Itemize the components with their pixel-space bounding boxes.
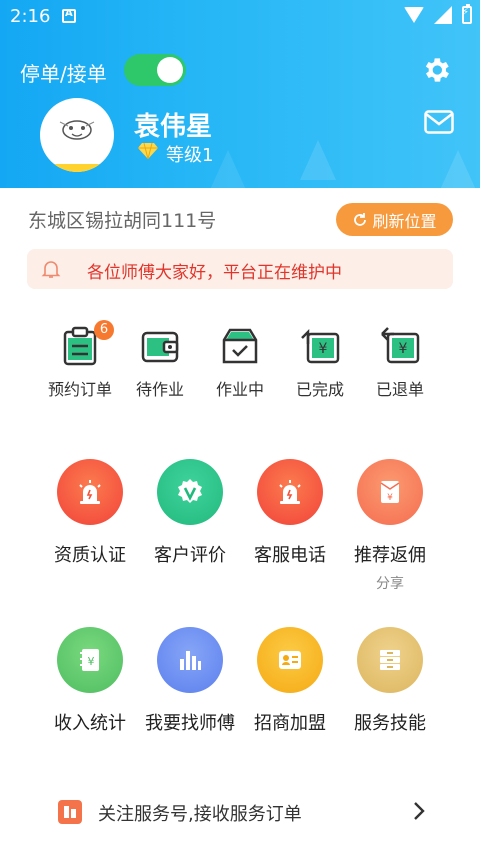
service-income-stats[interactable]: ¥ 收入统计 bbox=[40, 627, 140, 735]
notice-text: 各位师傅大家好，平台正在维护中 bbox=[87, 263, 342, 283]
clipboard-icon: 6 bbox=[60, 320, 114, 366]
order-label: 已完成 bbox=[295, 380, 344, 399]
bell-icon bbox=[41, 261, 61, 278]
v-badge-icon bbox=[157, 459, 223, 525]
order-toggle[interactable] bbox=[124, 54, 186, 86]
service-referral[interactable]: ¥ 推荐返佣 分享 bbox=[340, 459, 440, 593]
avatar-bar bbox=[40, 164, 114, 172]
service-label: 资质认证 bbox=[54, 545, 126, 566]
refresh-location-button[interactable]: 刷新位置 bbox=[336, 203, 453, 236]
order-item-in-progress[interactable]: 作业中 bbox=[200, 326, 280, 400]
refresh-icon bbox=[354, 212, 367, 226]
order-label: 预约订单 bbox=[47, 380, 112, 399]
avatar-image bbox=[59, 120, 95, 140]
status-bar: 2:16 bbox=[0, 0, 480, 34]
yuan-refresh-icon: ¥ bbox=[300, 326, 340, 366]
service-sublabel: 分享 bbox=[376, 576, 404, 592]
refresh-label: 刷新位置 bbox=[372, 211, 437, 231]
order-item-returned[interactable]: ¥ 已退单 bbox=[360, 326, 440, 400]
username: 袁伟星 bbox=[134, 112, 213, 142]
order-item-pending[interactable]: 待作业 bbox=[120, 326, 200, 400]
decor-triangle bbox=[440, 150, 476, 188]
signal-icon bbox=[434, 6, 452, 24]
service-label: 服务技能 bbox=[354, 713, 426, 734]
service-skills[interactable]: 服务技能 bbox=[340, 627, 440, 735]
status-icons bbox=[404, 4, 472, 24]
svg-text:¥: ¥ bbox=[399, 341, 408, 357]
service-label: 招商加盟 bbox=[254, 713, 326, 734]
order-label: 待作业 bbox=[135, 380, 184, 399]
follow-text: 关注服务号,接收服务订单 bbox=[98, 804, 302, 825]
yuan-return-icon: ¥ bbox=[380, 326, 420, 366]
alarm-light-icon bbox=[57, 459, 123, 525]
service-find-master[interactable]: 我要找师傅 bbox=[140, 627, 240, 735]
order-badge: 6 bbox=[94, 320, 114, 340]
archive-icon bbox=[357, 627, 423, 693]
decor-triangle bbox=[300, 140, 336, 180]
chevron-right-icon bbox=[414, 802, 425, 820]
avatar[interactable] bbox=[40, 98, 114, 172]
bar-chart-icon bbox=[157, 627, 223, 693]
mail-icon[interactable] bbox=[424, 110, 454, 134]
order-item-completed[interactable]: ¥ 已完成 bbox=[280, 326, 360, 400]
diamond-icon bbox=[138, 142, 158, 160]
service-franchise[interactable]: 招商加盟 bbox=[240, 627, 340, 735]
wallet-icon bbox=[140, 326, 180, 366]
svg-text:¥: ¥ bbox=[319, 341, 328, 357]
level-label: 等级1 bbox=[166, 145, 214, 166]
toggle-knob bbox=[157, 57, 183, 83]
location-address: 东城区锡拉胡同111号 bbox=[28, 210, 217, 232]
service-label: 推荐返佣 bbox=[354, 545, 426, 566]
service-label: 我要找师傅 bbox=[145, 713, 235, 734]
service-customer-review[interactable]: 客户评价 bbox=[140, 459, 240, 567]
follow-service-row[interactable]: 关注服务号,接收服务订单 bbox=[0, 788, 480, 838]
gear-icon[interactable] bbox=[420, 54, 452, 86]
svg-text:¥: ¥ bbox=[387, 493, 393, 503]
service-label: 客户评价 bbox=[154, 545, 226, 566]
toggle-label: 停单/接单 bbox=[20, 62, 107, 86]
ledger-icon: ¥ bbox=[57, 627, 123, 693]
notification-icon bbox=[62, 8, 76, 23]
header: 2:16 停单/接单 袁伟星 等级1 bbox=[0, 0, 480, 188]
service-label: 收入统计 bbox=[54, 713, 126, 734]
decor-triangle bbox=[210, 150, 246, 188]
status-time: 2:16 bbox=[10, 6, 51, 27]
service-label: 客服电话 bbox=[254, 545, 326, 566]
red-envelope-icon: ¥ bbox=[357, 459, 423, 525]
notice-bar[interactable]: 各位师傅大家好，平台正在维护中 bbox=[27, 249, 453, 289]
inbox-check-icon bbox=[220, 326, 260, 366]
battery-icon bbox=[462, 4, 472, 24]
service-support-phone[interactable]: 客服电话 bbox=[240, 459, 340, 567]
wifi-icon bbox=[404, 7, 424, 23]
svg-text:¥: ¥ bbox=[88, 655, 95, 668]
service-account-icon bbox=[58, 800, 82, 824]
order-label: 已退单 bbox=[375, 380, 424, 399]
alarm-light-icon bbox=[257, 459, 323, 525]
order-label: 作业中 bbox=[215, 380, 264, 399]
service-qualification[interactable]: 资质认证 bbox=[40, 459, 140, 567]
id-card-icon bbox=[257, 627, 323, 693]
order-item-appointment[interactable]: 6 预约订单 bbox=[40, 320, 120, 400]
